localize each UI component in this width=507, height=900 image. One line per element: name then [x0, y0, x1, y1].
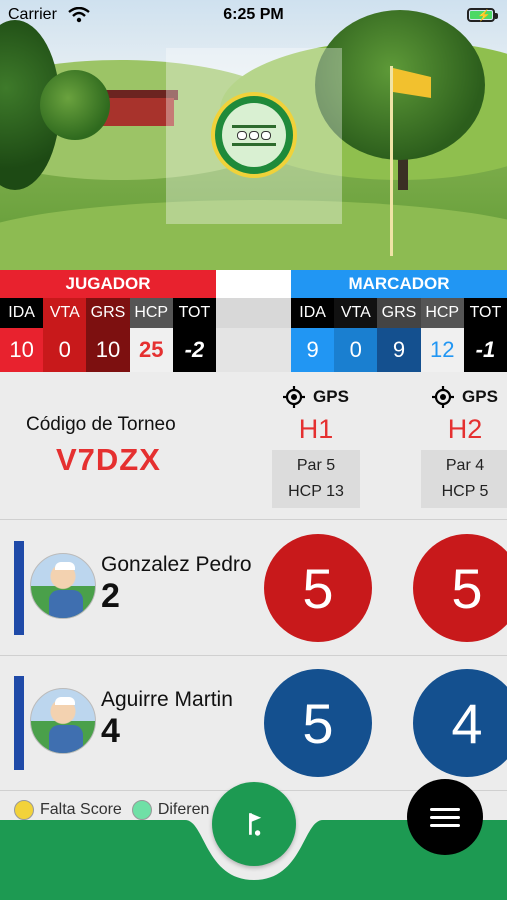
- avatar: [30, 688, 96, 754]
- menu-line: [430, 815, 460, 819]
- score-button-h2[interactable]: 5: [413, 534, 507, 642]
- gps-label: GPS: [462, 387, 498, 406]
- jugador-val-tot: -2: [172, 328, 217, 372]
- marcador-val-ida: 9: [291, 328, 335, 372]
- menu-line: [430, 823, 460, 827]
- jugador-col-tot: TOT: [172, 298, 217, 328]
- jugador-col-vta: VTA: [43, 298, 87, 328]
- gps-button[interactable]: GPS: [270, 384, 362, 410]
- player-handicap: 4: [101, 712, 120, 750]
- barn: [102, 98, 174, 126]
- legend-item: Falta Score: [14, 800, 122, 820]
- flagpole: [390, 66, 393, 256]
- marcador-col-hcp: HCP: [420, 298, 464, 328]
- jugador-panel: JUGADOR IDA VTA GRS HCP TOT 10 0 10 25 -…: [0, 270, 217, 372]
- marcador-col-vta: VTA: [334, 298, 378, 328]
- hole-number: H2: [447, 414, 483, 444]
- summary-spacer: [216, 298, 291, 372]
- jugador-col-ida: IDA: [0, 298, 44, 328]
- hole-meta: Par 5 HCP 13: [272, 450, 360, 508]
- clock: 6:25 PM: [223, 6, 284, 23]
- battery-icon: ⚡: [467, 8, 498, 22]
- golf-flag-button[interactable]: [212, 782, 296, 866]
- gps-button[interactable]: GPS: [419, 384, 507, 410]
- marcador-val-hcp: 12: [420, 328, 464, 372]
- tournament-code[interactable]: V7DZX: [56, 442, 161, 478]
- avatar: [30, 553, 96, 619]
- marcador-val-vta: 0: [334, 328, 378, 372]
- golf-flag-icon: [249, 813, 262, 836]
- course-photo: [0, 0, 507, 270]
- player-color-bar: [14, 541, 24, 635]
- marcador-title: MARCADOR: [291, 270, 507, 298]
- player-row[interactable]: Aguirre Martin 4 5 4: [0, 656, 507, 791]
- jugador-col-hcp: HCP: [129, 298, 173, 328]
- hamburger-menu-button[interactable]: [407, 779, 483, 855]
- marcador-col-tot: TOT: [463, 298, 507, 328]
- marcador-val-grs: 9: [377, 328, 421, 372]
- legend: Falta Score Diferen: [14, 800, 209, 820]
- tree: [40, 70, 110, 140]
- legend-item: Diferen: [131, 800, 210, 820]
- hole-hcp: HCP 5: [441, 483, 489, 500]
- gps-label: GPS: [313, 387, 349, 406]
- legend-label: Diferen: [157, 801, 210, 818]
- jugador-col-grs: GRS: [86, 298, 130, 328]
- player-name: Aguirre Martin: [101, 688, 233, 711]
- score-button-h2[interactable]: 4: [413, 669, 507, 777]
- club-logo: [211, 92, 297, 178]
- crosshair-target-icon: [432, 386, 455, 408]
- jugador-val-vta: 0: [43, 328, 87, 372]
- hole-number: H1: [298, 414, 334, 444]
- player-handicap: 2: [101, 577, 120, 615]
- legend-dot: [14, 800, 34, 820]
- score-button-h1[interactable]: 5: [264, 534, 372, 642]
- marcador-col-ida: IDA: [291, 298, 335, 328]
- marcador-val-tot: -1: [463, 328, 507, 372]
- tournament-code-label: Código de Torneo: [26, 414, 176, 435]
- crosshair-target-icon: [283, 386, 306, 408]
- legend-dot: [131, 800, 152, 820]
- status-bar: Carrier 6:25 PM ⚡: [0, 0, 507, 30]
- marcador-panel: MARCADOR IDA VTA GRS HCP TOT 9 0 9 12 -1: [291, 270, 507, 372]
- score-button-h1[interactable]: 5: [264, 669, 372, 777]
- hole-hcp: HCP 13: [288, 483, 344, 500]
- hole-column-h2[interactable]: GPS H2 Par 4 HCP 5: [419, 384, 507, 508]
- menu-line: [430, 807, 460, 811]
- jugador-title: JUGADOR: [0, 270, 216, 298]
- hole-column-h1[interactable]: GPS H1 Par 5 HCP 13: [270, 384, 362, 508]
- hole-par: Par 4: [445, 457, 485, 474]
- player-name: Gonzalez Pedro: [101, 553, 252, 576]
- hole-meta: Par 4 HCP 5: [421, 450, 507, 508]
- jugador-val-grs: 10: [86, 328, 130, 372]
- tournament-info: Código de Torneo V7DZX GPS H1 Par 5 HCP …: [0, 372, 507, 520]
- legend-label: Falta Score: [40, 801, 122, 818]
- player-color-bar: [14, 676, 24, 770]
- marcador-col-grs: GRS: [377, 298, 421, 328]
- hole-par: Par 5: [296, 457, 336, 474]
- jugador-val-hcp: 25: [129, 328, 173, 372]
- jugador-val-ida: 10: [0, 328, 44, 372]
- player-row[interactable]: Gonzalez Pedro 2 5 5: [0, 521, 507, 656]
- score-summary: JUGADOR IDA VTA GRS HCP TOT 10 0 10 25 -…: [0, 270, 507, 372]
